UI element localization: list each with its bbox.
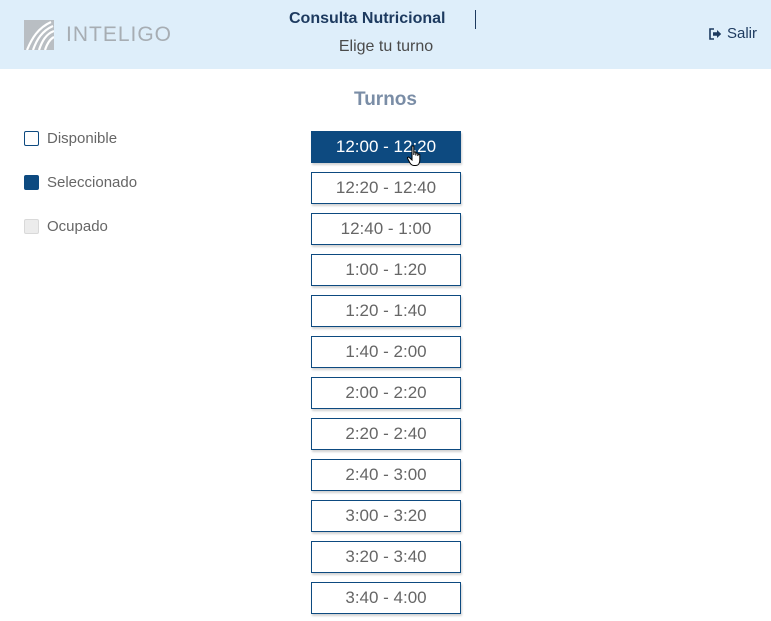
time-slot-button[interactable]: 2:00 - 2:20 bbox=[311, 377, 461, 409]
legend-label: Ocupado bbox=[47, 217, 108, 235]
legend: Disponible Seleccionado Ocupado bbox=[24, 128, 137, 260]
title-divider bbox=[475, 10, 476, 29]
time-slot-button[interactable]: 2:20 - 2:40 bbox=[311, 418, 461, 450]
page-title: Consulta Nutricional bbox=[289, 10, 446, 27]
legend-item-busy: Ocupado bbox=[24, 216, 137, 236]
page-subtitle: Elige tu turno bbox=[338, 38, 434, 55]
logout-button[interactable]: Salir bbox=[708, 25, 757, 42]
legend-label: Seleccionado bbox=[47, 173, 138, 191]
time-slot-button[interactable]: 1:00 - 1:20 bbox=[311, 254, 461, 286]
busy-swatch bbox=[24, 218, 39, 234]
time-slot-button[interactable]: 12:40 - 1:00 bbox=[311, 213, 461, 245]
time-slot-button[interactable]: 3:20 - 3:40 bbox=[311, 541, 461, 573]
selected-swatch bbox=[24, 174, 39, 190]
time-slot-button[interactable]: 12:00 - 12:20 bbox=[311, 131, 461, 163]
time-slot-button[interactable]: 1:40 - 2:00 bbox=[311, 336, 461, 368]
turnos-heading: Turnos bbox=[354, 89, 417, 110]
sign-out-icon bbox=[709, 27, 722, 40]
available-swatch bbox=[24, 130, 39, 146]
logout-label: Salir bbox=[726, 25, 757, 42]
time-slot-button[interactable]: 3:00 - 3:20 bbox=[311, 500, 461, 532]
time-slot-list: 12:00 - 12:20 12:20 - 12:40 12:40 - 1:00… bbox=[311, 131, 461, 621]
time-slot-button[interactable]: 3:40 - 4:00 bbox=[311, 582, 461, 614]
header-bar: INTELIGO Consulta Nutricional Elige tu t… bbox=[0, 0, 771, 69]
time-slot-button[interactable]: 12:20 - 12:40 bbox=[311, 172, 461, 204]
legend-item-selected: Seleccionado bbox=[24, 172, 137, 192]
time-slot-button[interactable]: 1:20 - 1:40 bbox=[311, 295, 461, 327]
time-slot-button[interactable]: 2:40 - 3:00 bbox=[311, 459, 461, 491]
legend-item-available: Disponible bbox=[24, 128, 137, 148]
legend-label: Disponible bbox=[47, 129, 118, 147]
